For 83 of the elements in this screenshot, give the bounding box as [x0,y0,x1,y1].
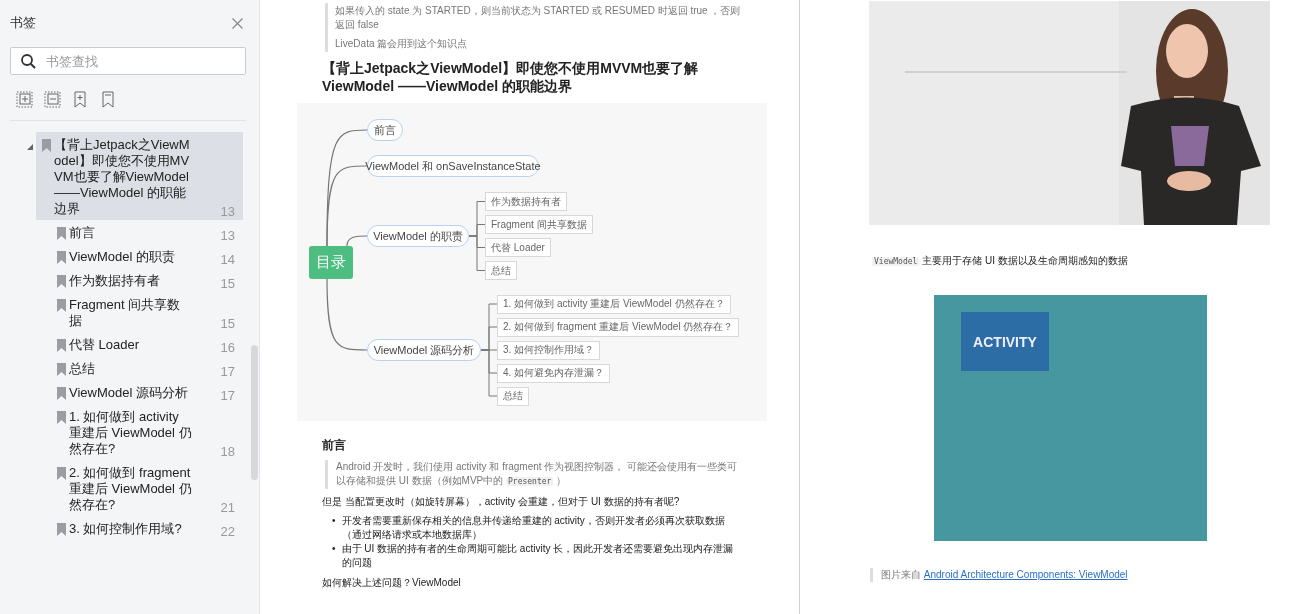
mindmap-node: ViewModel 源码分析 [367,339,481,361]
bookmark-item[interactable]: 总结 17 [52,356,243,380]
bookmark-icon [57,275,66,288]
mindmap-node: 4. 如何避免内存泄漏？ [497,363,611,383]
scrollbar[interactable] [251,345,258,480]
section-heading: 前言 [322,437,347,453]
mindmap-node: Fragment 间共享数据 [485,215,593,234]
bookmark-item[interactable]: Fragment 间共享数据 15 [52,292,243,332]
bullet-marker: • [332,542,336,556]
mindmap-node: 总结 [497,386,529,406]
quote-text: Android 开发时，我们使用 activity 和 fragment 作为视图控制器， 可能还会使用有一些类可以存储和提供 UI 数据（例如MVP中的 Presenter ） [325,460,743,489]
mindmap-node: 总结 [485,261,517,280]
bookmark-title: Fragment 间共享数据 [69,297,182,329]
sidebar-title: 书签 [10,14,36,32]
bookmark-icon[interactable] [100,91,117,108]
bookmark-title: 1. 如何做到 activity 重建后 ViewModel 仍然存在? [69,409,193,457]
source-link[interactable]: Android Architecture Components: ViewModel [923,569,1128,580]
bookmark-icon [57,299,66,312]
mindmap-node: 1. 如何做到 activity 重建后 ViewModel 仍然存在？ [497,294,731,314]
bookmark-title: 3. 如何控制作用域? [69,521,183,537]
bookmark-item[interactable]: 3. 如何控制作用域? 22 [52,516,243,540]
mindmap-node: 3. 如何控制作用域？ [497,340,601,360]
caption-text: 图片来自 Android Architecture Components: ViewModel [870,568,1305,582]
bookmark-icon [57,523,66,536]
note-text: 如果传入的 state 为 STARTED，则当前状态为 STARTED 或 RESUMED 时返回 true ，否则返回 false [335,4,742,32]
mindmap-node: 代替 Loader [485,238,551,257]
bookmark-title: 【背上Jetpack之ViewModel】即使您不使用MVVM也要了解ViewModel ——ViewModel 的职能边界 [54,137,190,217]
bullet-text: 开发者需要重新保存相关的信息并传递给重建的 activity，否则开发者必须再次获取数据（通过网络请求或本地数据库） [341,514,726,542]
page-number: 13 [220,228,235,244]
page-number: 16 [220,340,235,356]
page-number: 22 [220,524,235,540]
bullet-marker: • [332,514,336,528]
mindmap-node: ViewModel 和 onSaveInstanceState [367,155,539,177]
section-heading: 【背上Jetpack之ViewModel】即使您不使用MVVM也要了解ViewModel ——ViewModel 的职能边界 [322,59,700,95]
bookmark-item[interactable]: 前言 13 [52,220,243,244]
page-number: 21 [220,500,235,516]
bookmark-icon [57,227,66,240]
bookmark-icon [57,339,66,352]
bullet-text: 由于 UI 数据的持有者的生命周期可能比 activity 长，因此开发者还需要避免出现内存泄漏的问题 [341,542,735,570]
page-number: 18 [220,444,235,460]
expand-icon[interactable] [27,144,33,150]
bookmark-item[interactable]: 1. 如何做到 activity 重建后 ViewModel 仍然存在? 18 [52,404,243,460]
bookmark-icon [57,363,66,376]
bookmark-title: ViewModel 源码分析 [69,385,189,401]
bookmark-title: 作为数据持有者 [69,273,161,289]
search-icon [21,54,36,69]
bookmark-icon [57,387,66,400]
bookmark-title: 代替 Loader [69,337,141,353]
page-number: 15 [220,316,235,332]
bookmark-item[interactable]: ViewModel 的职责 14 [52,244,243,268]
bookmark-title: ViewModel 的职责 [69,249,176,265]
body-text: 如何解决上述问题？ViewModel [322,576,462,590]
bookmark-icon [42,139,51,152]
bookmark-title: 2. 如何做到 fragment 重建后 ViewModel 仍然存在? [69,465,193,513]
square-plus-icon[interactable] [16,91,33,108]
note-text: LiveData 篇会用到这个知识点 [335,37,469,51]
square-minus-icon[interactable] [44,91,61,108]
mindmap-node: 2. 如何做到 fragment 重建后 ViewModel 仍然存在？ [497,317,740,337]
mindmap-node: 前言 [367,119,403,141]
page-number: 17 [220,388,235,404]
bookmark-icon [57,467,66,480]
bookmark-item[interactable]: 【背上Jetpack之ViewModel】即使您不使用MVVM也要了解ViewModel ——ViewModel 的职能边界 13 [36,132,243,220]
bookmark-item[interactable]: 2. 如何做到 fragment 重建后 ViewModel 仍然存在? 21 [52,460,243,516]
bookmark-item[interactable]: ViewModel 源码分析 17 [52,380,243,404]
page-number: 17 [220,364,235,380]
bookmark-item[interactable]: 代替 Loader 16 [52,332,243,356]
bookmark-title: 前言 [69,225,96,241]
bookmark-icon [57,251,66,264]
mindmap-node: ViewModel 的职责 [367,225,469,247]
bookmark-icon [57,411,66,424]
bookmark-item[interactable]: 作为数据持有者 15 [52,268,243,292]
body-text: ViewModel 主要用于存储 UI 数据以及生命周期感知的数据 [872,254,1129,268]
body-text: 但是 当配置更改时（如旋转屏幕），activity 会重建，但对于 UI 数据的持有者呢? [322,495,681,509]
search-field[interactable]: 书签查找 [10,47,246,75]
page-number: 14 [220,252,235,268]
close-icon[interactable] [232,17,243,29]
activity-box: ACTIVITY [961,312,1049,371]
page-number: 13 [220,204,235,220]
bookmark-plus-icon[interactable] [72,91,89,108]
mindmap-node: 作为数据持有者 [485,192,567,211]
page-number: 15 [220,276,235,292]
bookmark-title: 总结 [69,361,96,377]
mindmap-root: 目录 [309,246,353,279]
